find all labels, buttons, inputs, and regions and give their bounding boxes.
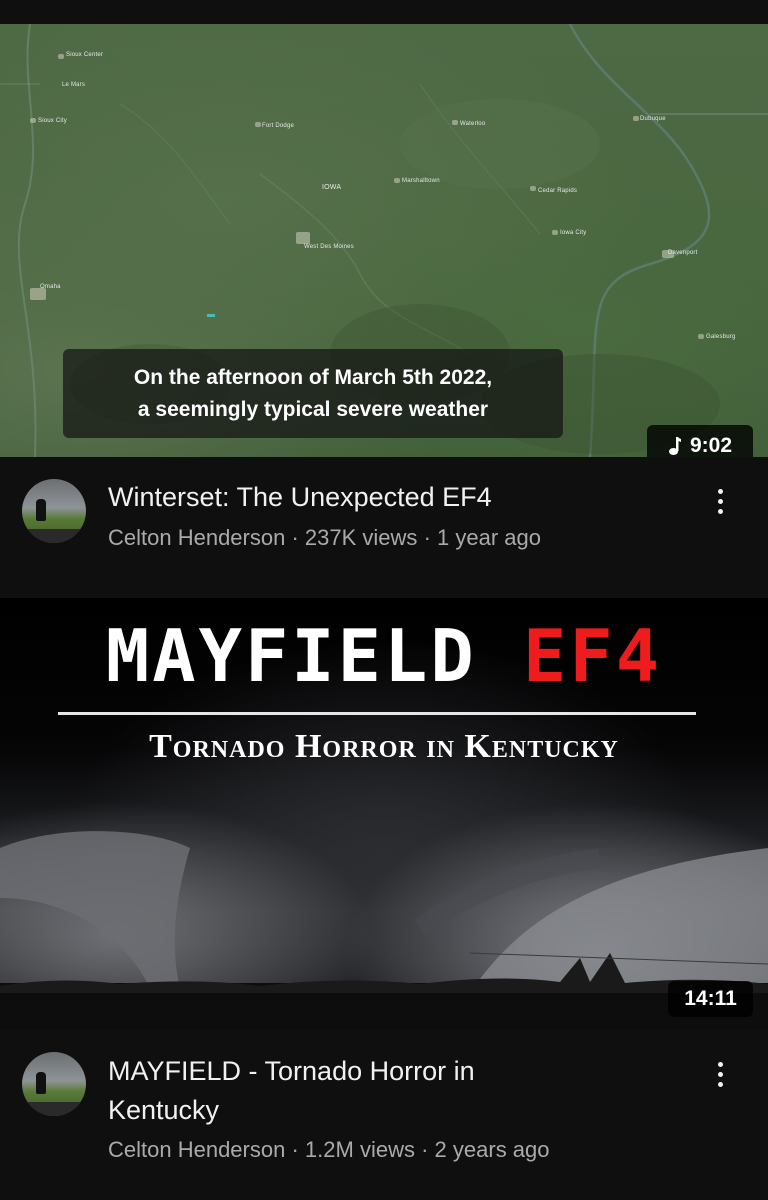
video-title[interactable]: Winterset: The Unexpected EF4 xyxy=(108,479,492,515)
city-dot xyxy=(633,116,639,121)
map-label: Marshalltown xyxy=(402,178,440,184)
more-options-icon[interactable] xyxy=(708,1054,732,1094)
headline-divider xyxy=(58,712,696,715)
caption-line: On the afternoon of March 5th 2022, xyxy=(133,365,493,389)
city-dot xyxy=(30,118,36,123)
top-strip xyxy=(0,0,768,24)
avatar-runner xyxy=(36,499,46,521)
thumbnail-headline: MAYFIELD EF4 xyxy=(0,616,768,696)
map-label: Omaha xyxy=(40,284,61,290)
separator: · xyxy=(421,1137,429,1162)
avatar-road xyxy=(22,1102,86,1116)
map-label: IOWA xyxy=(322,184,342,191)
map-label: Le Mars xyxy=(62,82,86,88)
duration-badge: 14:11 xyxy=(668,981,753,1017)
video-title-line2[interactable]: Kentucky xyxy=(108,1092,219,1128)
map-label: Sioux City xyxy=(38,118,68,124)
channel-name[interactable]: Celton Henderson xyxy=(108,525,285,550)
city-dot xyxy=(452,120,458,125)
avatar-runner xyxy=(36,1072,46,1094)
upload-age: 2 years ago xyxy=(434,1137,550,1162)
city-dot xyxy=(530,186,536,191)
video-subtitle: Celton Henderson · 237K views · 1 year a… xyxy=(108,523,541,553)
city-dot xyxy=(58,54,64,59)
video-subtitle: Celton Henderson · 1.2M views · 2 years … xyxy=(108,1135,550,1165)
map-label: Fort Dodge xyxy=(262,123,295,129)
city-dot xyxy=(698,334,704,339)
map-label: Davenport xyxy=(668,250,698,256)
headline-white: MAYFIELD xyxy=(105,614,477,698)
video-meta-mayfield: MAYFIELD - Tornado Horror in Kentucky Ce… xyxy=(0,1030,768,1200)
city-dot xyxy=(394,178,400,183)
map-label: Iowa City xyxy=(560,230,587,236)
map-label: Waterloo xyxy=(460,121,486,127)
avatar-road xyxy=(22,529,86,543)
map-label: West Des Moines xyxy=(304,244,354,250)
video-meta-winterset: Winterset: The Unexpected EF4 Celton Hen… xyxy=(0,457,768,598)
duration-text: 9:02 xyxy=(689,434,733,457)
channel-avatar[interactable] xyxy=(22,1052,86,1116)
separator: · xyxy=(423,525,431,550)
duration-text: 14:11 xyxy=(684,987,737,1010)
separator: · xyxy=(291,525,299,550)
view-count: 1.2M views xyxy=(304,1137,415,1162)
video-thumbnail-mayfield[interactable]: MAYFIELD EF4 Tornado Horror in Kentucky … xyxy=(0,598,768,1030)
city-dot xyxy=(255,122,261,127)
duration-badge: 9:02 xyxy=(647,425,753,457)
more-options-icon[interactable] xyxy=(708,481,732,521)
channel-avatar[interactable] xyxy=(22,479,86,543)
music-note-icon xyxy=(668,437,681,455)
map-label: Sioux Center xyxy=(66,52,104,58)
separator: · xyxy=(291,1137,299,1162)
video-thumbnail-winterset[interactable]: Sioux Center Le Mars Sioux City Fort Dod… xyxy=(0,24,768,457)
map-label: Cedar Rapids xyxy=(538,188,578,194)
thumbnail-subtitle: Tornado Horror in Kentucky xyxy=(149,728,619,765)
upload-age: 1 year ago xyxy=(437,525,541,550)
video-title[interactable]: MAYFIELD - Tornado Horror in xyxy=(108,1053,475,1089)
caption-line: a seemingly typical severe weather xyxy=(137,397,489,421)
city-dot xyxy=(296,232,310,244)
city-dot xyxy=(552,230,558,235)
view-count: 237K views xyxy=(304,525,418,550)
video-caption-overlay: On the afternoon of March 5th 2022, a se… xyxy=(63,349,563,438)
channel-name[interactable]: Celton Henderson xyxy=(108,1137,285,1162)
headline-red: EF4 xyxy=(523,614,663,698)
map-label: Galesburg xyxy=(706,334,736,340)
map-label: Dubuque xyxy=(640,116,666,122)
